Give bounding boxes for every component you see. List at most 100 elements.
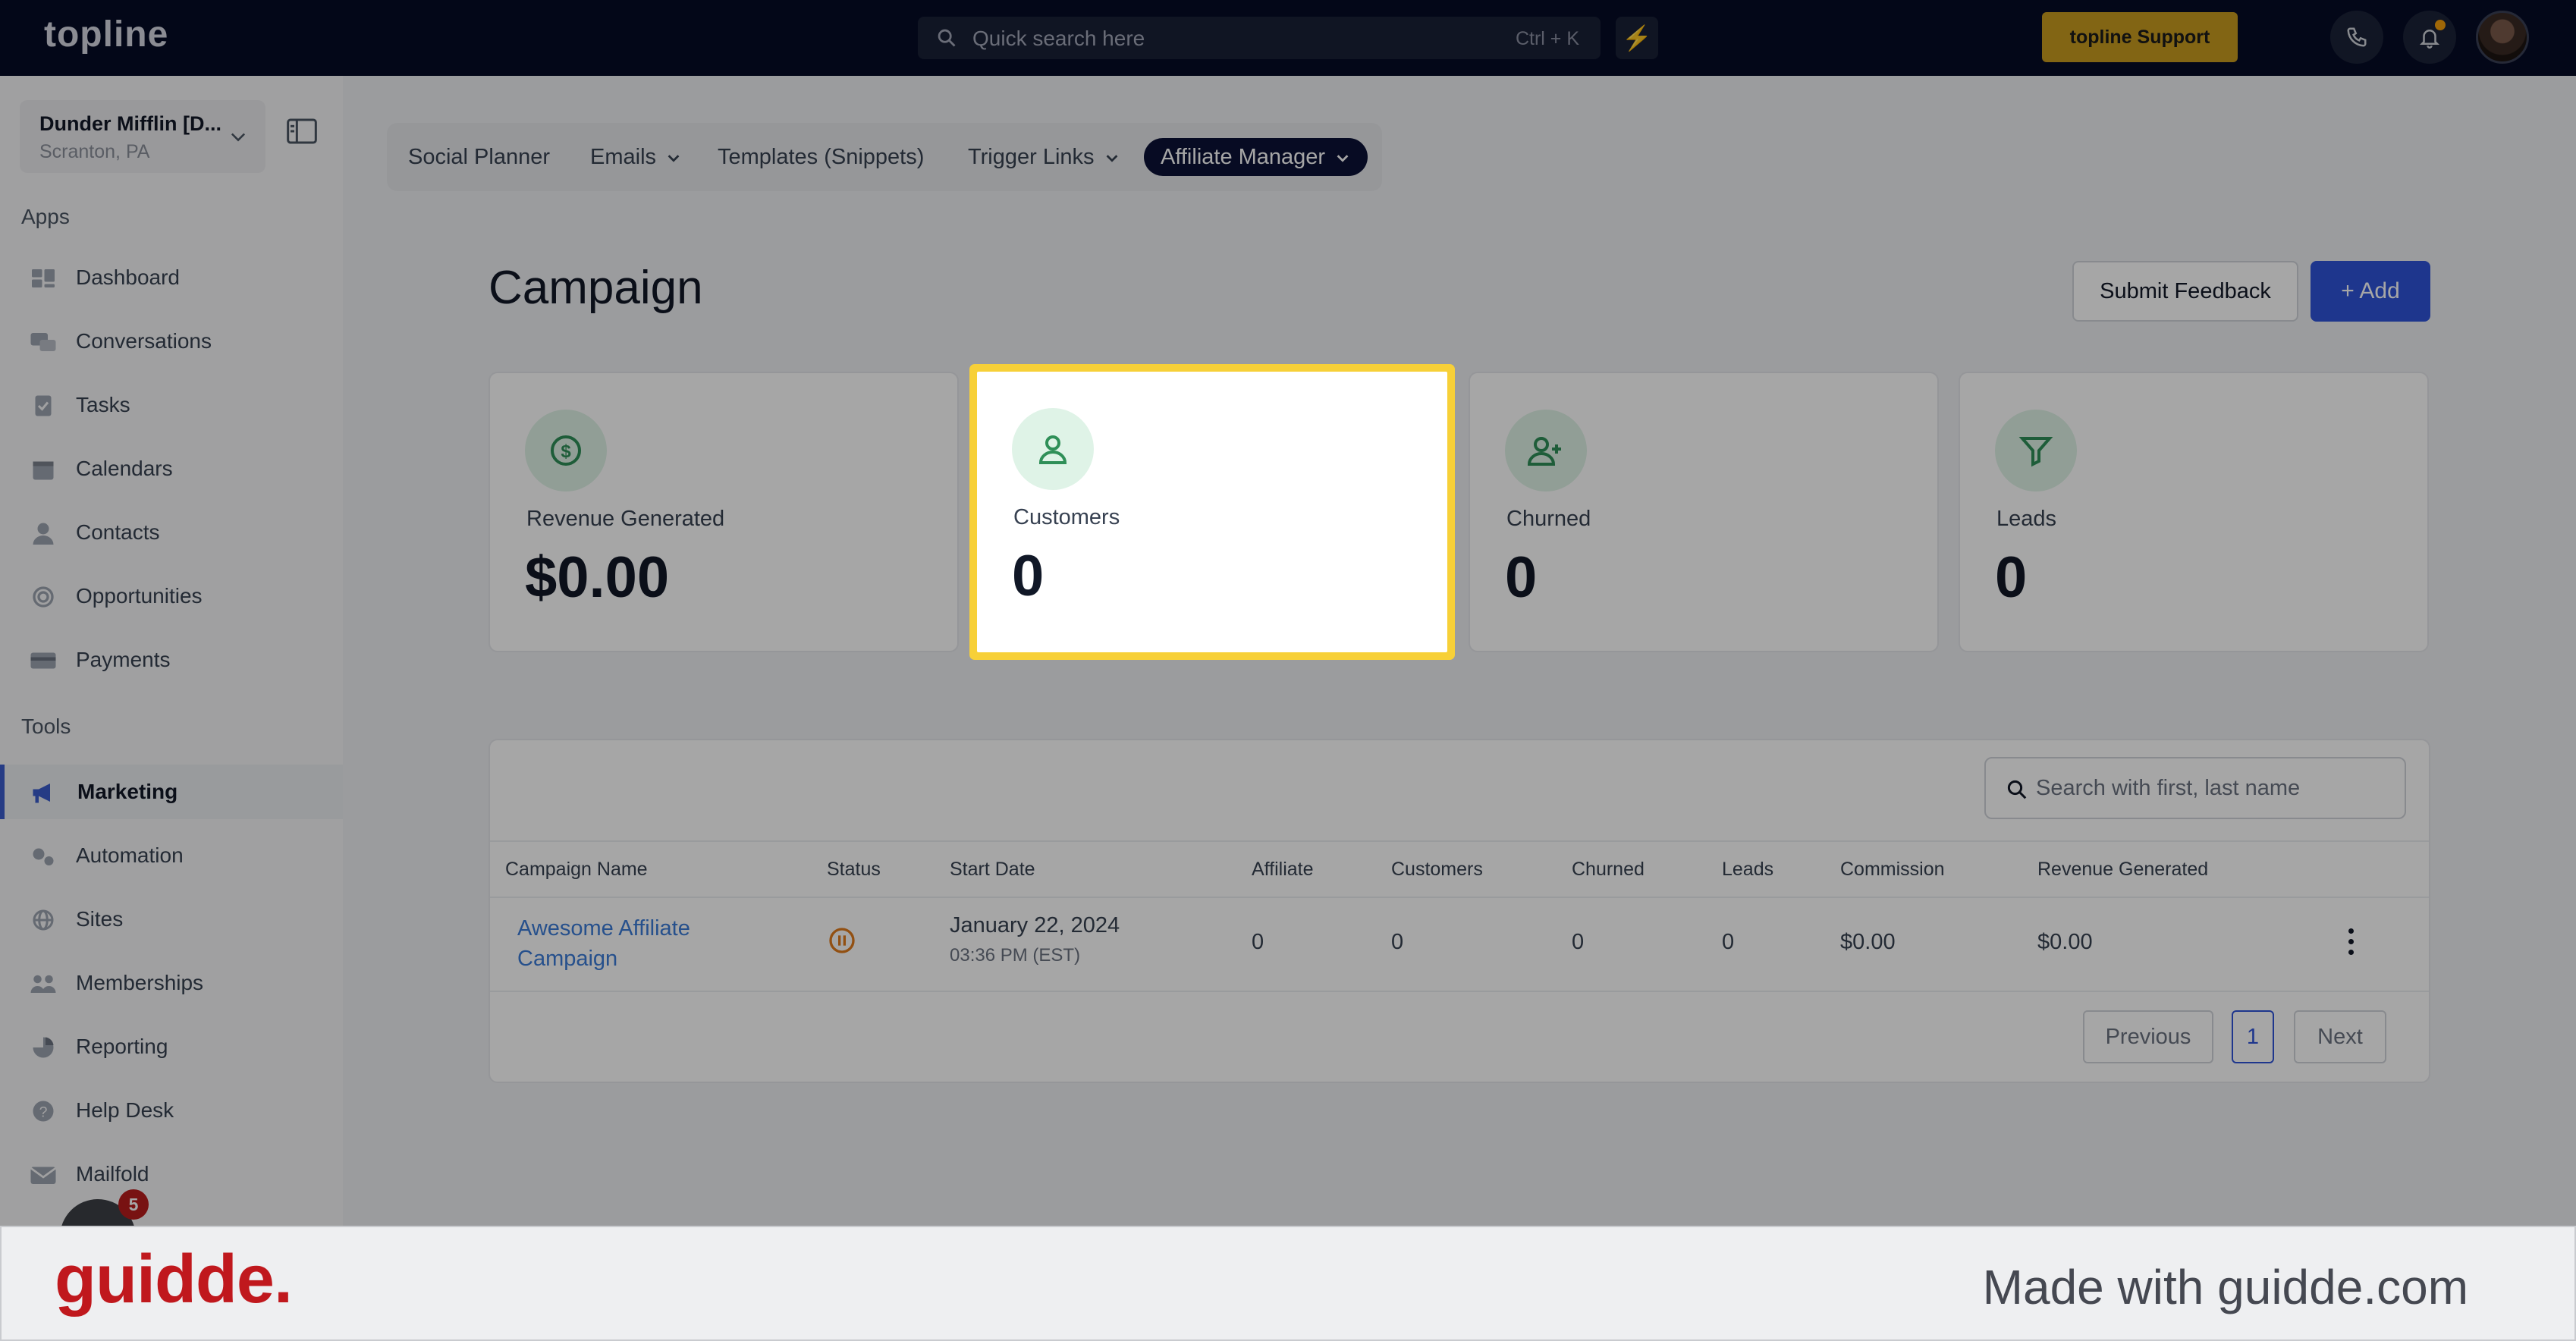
sidebar-item-help-desk[interactable]: ? Help Desk [0,1083,343,1138]
search-icon [938,29,956,47]
pagination-page-1[interactable]: 1 [2232,1010,2274,1063]
sidebar-item-label: Help Desk [76,1098,174,1122]
marketing-subnav: Social Planner Emails Templates (Snippet… [387,123,1382,191]
sidebar-item-label: Mailfold [76,1162,149,1186]
cell-leads: 0 [1722,930,1735,954]
topline-logo[interactable]: topline [44,14,168,55]
sidebar-item-label: Sites [76,907,124,931]
made-with-text: Made with guidde.com [1982,1260,2468,1314]
page-title: Campaign [488,262,703,314]
lightning-icon: ⚡ [1622,24,1652,52]
svg-text:?: ? [39,1104,48,1121]
account-location: Scranton, PA [39,141,150,162]
quick-search[interactable]: Quick search here Ctrl + K [918,17,1601,59]
sidebar-item-payments[interactable]: Payments [0,633,343,687]
sidebar-item-dashboard[interactable]: Dashboard [0,250,343,305]
chat-icon [30,333,56,351]
sidebar-item-marketing[interactable]: Marketing [0,765,343,819]
tab-label: Social Planner [408,145,550,169]
campaign-name-link[interactable]: Awesome Affiliate Campaign [517,913,690,974]
dashboard-icon [32,269,55,287]
sidebar-item-memberships[interactable]: Memberships [0,956,343,1010]
apps-section-label: Apps [21,205,70,228]
sidebar-item-label: Marketing [77,780,178,803]
notifications-button[interactable] [2403,11,2456,64]
column-header: Start Date [950,859,1035,880]
quick-actions-button[interactable]: ⚡ [1616,17,1658,59]
column-header: Leads [1722,859,1774,880]
sidebar-item-contacts[interactable]: Contacts [0,505,343,560]
globe-icon [33,909,54,931]
table-search-input[interactable]: Search with first, last name [1984,757,2406,819]
funnel-icon [1995,410,2077,491]
search-placeholder: Quick search here [972,27,1145,50]
phone-button[interactable] [2330,11,2383,64]
add-campaign-button[interactable]: + Add [2311,261,2430,322]
column-header: Revenue Generated [2037,859,2209,880]
start-date: January 22, 2024 [950,913,1120,937]
stat-card-customers: Customers 0 [977,372,1447,652]
tasks-icon [35,395,52,416]
tab-emails[interactable]: Emails [590,138,682,176]
add-label: Add [2359,278,2400,303]
tab-affiliate-manager[interactable]: Affiliate Manager [1144,138,1368,176]
guidde-footer: guidde. Made with guidde.com [0,1226,2576,1341]
sidebar-item-automation[interactable]: Automation [0,828,343,883]
tab-trigger-links[interactable]: Trigger Links [968,138,1120,176]
support-button[interactable]: topline Support [2042,12,2238,62]
campaign-table: Search with first, last name Campaign Na… [488,739,2430,1083]
guidde-logo: guidde. [55,1242,293,1317]
plus-icon: + [2341,278,2360,303]
account-name: Dunder Mifflin [D... [39,112,221,135]
top-bar: topline Quick search here Ctrl + K ⚡ top… [0,0,2576,76]
row-menu-icon[interactable] [2347,928,2356,959]
sidebar-item-opportunities[interactable]: Opportunities [0,569,343,623]
column-header: Customers [1391,859,1483,880]
target-icon [33,586,54,608]
cell-churned: 0 [1572,930,1585,954]
chevron-down-icon [668,155,680,162]
column-header: Campaign Name [505,859,648,880]
stat-label: Churned [1506,507,1591,531]
sidebar-item-sites[interactable]: Sites [0,892,343,947]
column-header: Churned [1572,859,1645,880]
sidebar-item-mailfold[interactable]: Mailfold [0,1147,343,1201]
sidebar-item-tasks[interactable]: Tasks [0,378,343,432]
sidebar-collapse-icon[interactable] [287,118,317,144]
pagination-previous[interactable]: Previous [2083,1010,2213,1063]
notification-dot [2435,20,2446,30]
phone-icon [2347,27,2367,47]
stat-card-churned: Churned 0 [1469,372,1939,652]
users-icon [30,975,56,993]
chevron-down-icon [1106,155,1117,162]
sidebar-item-reporting[interactable]: Reporting [0,1019,343,1074]
stat-value: 0 [1995,545,2028,610]
stat-card-revenue: $ Revenue Generated $0.00 [488,372,959,652]
sidebar-item-calendars[interactable]: Calendars [0,441,343,496]
tab-label: Templates (Snippets) [718,145,925,169]
tab-label: Trigger Links [968,145,1095,169]
user-avatar[interactable] [2476,11,2529,64]
sidebar-item-label: Reporting [76,1035,168,1058]
search-shortcut: Ctrl + K [1515,28,1579,49]
pie-icon [33,1037,54,1058]
account-switcher[interactable]: Dunder Mifflin [D... Scranton, PA [20,100,265,173]
cell-affiliate: 0 [1252,930,1264,954]
sidebar-item-conversations[interactable]: Conversations [0,314,343,369]
tab-social-planner[interactable]: Social Planner [408,138,550,176]
calendar-icon [33,461,54,480]
submit-feedback-button[interactable]: Submit Feedback [2072,261,2298,322]
column-header: Status [827,859,881,880]
tools-section-label: Tools [21,714,71,738]
pagination-next[interactable]: Next [2294,1010,2386,1063]
sidebar-item-label: Payments [76,648,171,671]
cell-revenue: $0.00 [2037,930,2093,954]
gears-icon [33,848,54,865]
tab-templates[interactable]: Templates (Snippets) [718,138,924,176]
column-header: Affiliate [1252,859,1314,880]
tab-label: Affiliate Manager [1161,145,1326,169]
sidebar-item-label: Contacts [76,520,160,544]
stat-value: $0.00 [525,545,670,610]
contact-icon [33,523,54,545]
chat-badge: 5 [118,1189,149,1220]
